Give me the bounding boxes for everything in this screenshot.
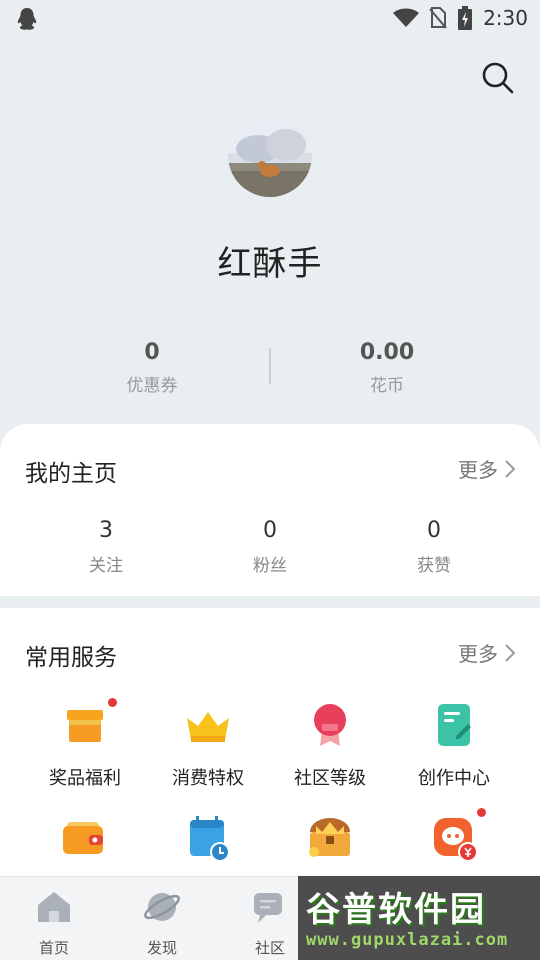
follow-count-following[interactable]: 3 关注: [46, 518, 166, 576]
service-treasure[interactable]: [270, 812, 390, 876]
stat-label: 花币: [370, 376, 404, 396]
status-bar: 2:30: [0, 0, 540, 36]
service-creator-center[interactable]: 创作中心: [394, 700, 514, 790]
chevron-right-icon: [505, 459, 516, 478]
stats-divider: [269, 348, 271, 384]
my-home-title: 我的主页: [25, 461, 117, 487]
tab-discover[interactable]: 发现: [122, 887, 202, 958]
avatar-image: [228, 113, 312, 197]
status-time: 2:30: [483, 6, 528, 30]
username: 红酥手: [217, 244, 323, 284]
stat-coins[interactable]: 0.00 花币: [287, 340, 487, 396]
watermark-url: www.gupuxlazai.com: [306, 930, 509, 950]
search-icon[interactable]: [480, 60, 516, 96]
services-more-button[interactable]: 更多: [458, 638, 516, 667]
more-label: 更多: [458, 642, 498, 666]
note-edit-icon: [438, 704, 471, 746]
chevron-right-icon: [505, 643, 516, 662]
follow-count-likes[interactable]: 0 获赞: [374, 518, 494, 576]
service-label: 社区等级: [294, 768, 366, 789]
planet-icon: [144, 893, 180, 921]
service-prize-welfare[interactable]: 奖品福利: [25, 698, 145, 790]
service-calendar[interactable]: [148, 812, 268, 876]
tab-label: 发现: [146, 939, 177, 957]
service-label: 消费特权: [172, 768, 244, 789]
follow-count-fans[interactable]: 0 粉丝: [210, 518, 330, 576]
coin-service-icon: [434, 818, 478, 862]
home-icon: [38, 892, 70, 922]
count-label: 粉丝: [253, 556, 287, 576]
wallet-stats: 0 优惠券 0.00 花币: [0, 340, 540, 400]
badge-dot: [108, 698, 117, 707]
services-title: 常用服务: [25, 645, 117, 671]
my-home-more-button[interactable]: 更多: [458, 454, 516, 483]
count-label: 关注: [89, 556, 123, 576]
service-community-level[interactable]: 社区等级: [270, 700, 390, 790]
service-label: 奖品福利: [49, 768, 121, 789]
treasure-chest-icon: [309, 818, 350, 857]
calendar-clock-icon: [190, 816, 230, 862]
more-label: 更多: [458, 458, 498, 482]
qq-icon: [17, 8, 37, 30]
medal-icon: [314, 704, 346, 746]
wallet-icon: [63, 822, 103, 854]
crown-icon: [187, 712, 229, 742]
tab-label: 首页: [38, 939, 69, 957]
stat-coupons[interactable]: 0 优惠券: [52, 340, 252, 396]
my-home-card: 我的主页 更多 3 关注 0 粉丝 0 获赞: [0, 424, 540, 596]
service-coin[interactable]: [394, 808, 514, 876]
no-sim-icon: [429, 7, 447, 29]
avatar[interactable]: [228, 113, 312, 197]
badge-dot: [477, 808, 486, 817]
wifi-icon: [393, 8, 420, 27]
watermark-title: 谷普软件园: [306, 890, 486, 930]
watermark: 谷普软件园 www.gupuxlazai.com: [298, 876, 540, 960]
tab-home[interactable]: 首页: [14, 887, 94, 958]
service-label: 创作中心: [418, 768, 490, 789]
service-consumer-privilege[interactable]: 消费特权: [148, 700, 268, 790]
stat-value: 0.00: [359, 340, 415, 365]
battery-charging-icon: [458, 6, 473, 30]
count-value: 0: [427, 518, 441, 543]
count-value: 3: [99, 518, 113, 543]
stat-label: 优惠券: [126, 376, 178, 396]
count-label: 获赞: [417, 556, 451, 576]
chat-icon: [254, 893, 282, 923]
service-wallet[interactable]: [25, 812, 145, 876]
stat-value: 0: [144, 340, 160, 365]
gift-icon: [67, 710, 103, 742]
count-value: 0: [263, 518, 277, 543]
